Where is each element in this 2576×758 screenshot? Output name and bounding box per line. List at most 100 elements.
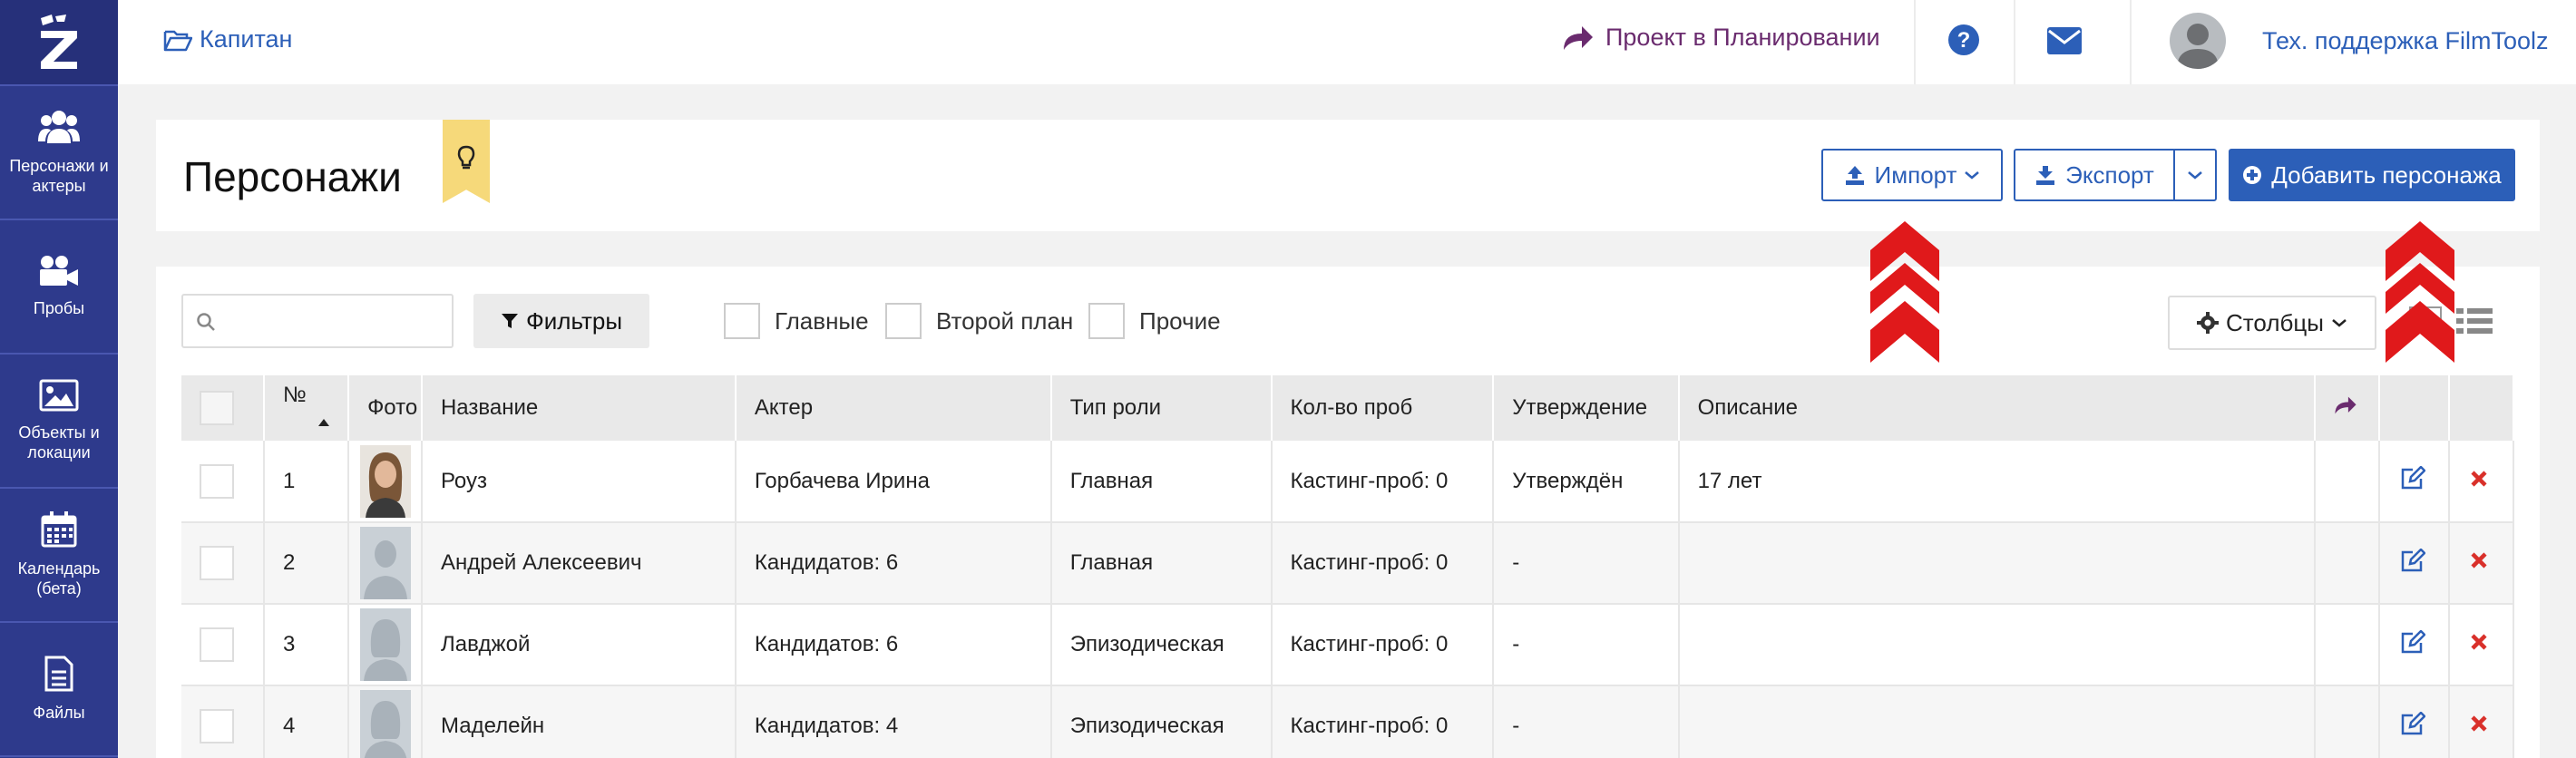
user-menu[interactable]: Тех. поддержка FilmToolz	[2170, 13, 2548, 69]
filters-button[interactable]: Фильтры	[473, 294, 649, 348]
checkbox[interactable]	[1088, 303, 1125, 339]
filters-label: Фильтры	[525, 306, 623, 335]
columns-button[interactable]: Столбцы	[2168, 296, 2376, 350]
filter-main-checkbox[interactable]: Главные	[724, 303, 869, 339]
import-button[interactable]: Импорт	[1821, 149, 2003, 201]
edit-icon[interactable]	[2400, 465, 2427, 490]
delete-icon[interactable]	[2470, 633, 2488, 651]
share-arrow-icon[interactable]	[2334, 395, 2357, 415]
app-logo[interactable]	[0, 0, 118, 86]
photo-placeholder-female[interactable]	[360, 608, 412, 681]
export-button[interactable]: Экспорт	[2014, 149, 2175, 201]
delete-icon[interactable]	[2470, 714, 2488, 733]
lightbulb-icon	[457, 145, 475, 170]
photo-placeholder-male[interactable]	[360, 527, 412, 599]
table-row[interactable]: 4 Маделейн Кандидатов: 4 Эпизодическая К…	[181, 685, 2514, 758]
cell-share	[2315, 522, 2381, 605]
sort-up-icon	[318, 419, 330, 426]
column-header-edit	[2379, 375, 2451, 441]
upload-icon	[1845, 166, 1864, 185]
column-header-role-type[interactable]: Тип роли	[1050, 375, 1273, 441]
breadcrumb[interactable]: Капитан	[163, 25, 292, 53]
cell-actor[interactable]: Кандидатов: 6	[735, 522, 1052, 605]
sidebar-item-locations[interactable]: Объекты и локации	[0, 355, 118, 489]
annotation-arrow-icon	[2386, 221, 2454, 363]
image-icon	[39, 379, 79, 412]
add-character-button[interactable]: Добавить персонажа	[2229, 149, 2515, 201]
divider	[2130, 0, 2132, 84]
cell-tests: Кастинг-проб: 0	[1271, 604, 1495, 686]
page-title: Персонажи	[183, 153, 402, 200]
tips-tag[interactable]	[443, 120, 490, 203]
logo-icon	[41, 14, 77, 69]
column-header-approval[interactable]: Утверждение	[1493, 375, 1680, 441]
project-status[interactable]: Проект в Планировании	[1562, 24, 1880, 52]
checkbox[interactable]	[885, 303, 922, 339]
cell-tests: Кастинг-проб: 0	[1271, 685, 1495, 758]
sidebar-item-files[interactable]: Файлы	[0, 623, 118, 757]
column-header-name[interactable]: Название	[421, 375, 737, 441]
list-view-icon[interactable]	[2456, 308, 2493, 338]
table-row[interactable]: 1 Роуз Горбачева Ирина Главная Кастинг-п…	[181, 441, 2514, 523]
column-header-share	[2315, 375, 2381, 441]
mail-icon[interactable]	[2047, 27, 2082, 59]
cell-actor[interactable]: Горбачева Ирина	[735, 441, 1052, 523]
sidebar-item-calendar[interactable]: Календарь (бета)	[0, 489, 118, 623]
filter-other-checkbox[interactable]: Прочие	[1088, 303, 1221, 339]
select-all-checkbox[interactable]	[200, 391, 234, 425]
table-row[interactable]: 3 Лавджой Кандидатов: 6 Эпизодическая Ка…	[181, 604, 2514, 686]
cell-delete	[2449, 685, 2514, 758]
photo-placeholder-female[interactable]	[360, 690, 412, 758]
cell-edit	[2379, 522, 2451, 605]
edit-icon[interactable]	[2400, 547, 2427, 572]
file-icon	[44, 656, 73, 692]
sidebar-item-label: Календарь (бета)	[17, 559, 101, 598]
export-dropdown-button[interactable]	[2173, 149, 2217, 201]
cell-role-type: Эпизодическая	[1050, 685, 1273, 758]
header-label: Тип роли	[1069, 395, 1162, 420]
cell-approval: -	[1493, 522, 1680, 605]
delete-icon[interactable]	[2470, 551, 2488, 569]
video-camera-icon	[40, 256, 78, 286]
row-checkbox[interactable]	[200, 463, 234, 499]
cell-description	[1678, 685, 2317, 758]
avatar	[2170, 13, 2226, 69]
cell-actor[interactable]: Кандидатов: 4	[735, 685, 1052, 758]
delete-icon[interactable]	[2470, 470, 2488, 488]
cell-description	[1678, 522, 2317, 605]
filter-secondary-checkbox[interactable]: Второй план	[885, 303, 1073, 339]
edit-icon[interactable]	[2400, 710, 2427, 735]
cell-name: Андрей Алексеевич	[421, 522, 737, 605]
edit-icon[interactable]	[2400, 628, 2427, 654]
row-checkbox[interactable]	[200, 709, 234, 743]
cell-description	[1678, 604, 2317, 686]
page-header: Персонажи Импорт Экспорт Добавить персон…	[156, 120, 2540, 231]
character-photo[interactable]	[360, 444, 412, 518]
cell-num: 3	[264, 604, 350, 686]
cell-edit	[2379, 604, 2451, 686]
header-label: Кол-во проб	[1290, 395, 1413, 420]
project-status-label: Проект в Планировании	[1605, 24, 1880, 51]
cell-edit	[2379, 441, 2451, 523]
divider	[2014, 0, 2015, 84]
checkbox[interactable]	[724, 303, 760, 339]
sidebar: Персонажи и актеры Пробы Объекты и локац…	[0, 0, 118, 758]
cell-actor[interactable]: Кандидатов: 6	[735, 604, 1052, 686]
share-arrow-icon	[1564, 25, 1593, 50]
cell-tests: Кастинг-проб: 0	[1271, 522, 1495, 605]
column-header-num[interactable]: №	[264, 375, 350, 441]
sidebar-item-tests[interactable]: Пробы	[0, 220, 118, 355]
search-input[interactable]	[181, 294, 454, 348]
help-icon[interactable]: ?	[1947, 24, 1980, 61]
column-header-description[interactable]: Описание	[1678, 375, 2317, 441]
table-row[interactable]: 2 Андрей Алексеевич Кандидатов: 6 Главна…	[181, 522, 2514, 605]
divider	[1914, 0, 1916, 84]
column-header-tests[interactable]: Кол-во проб	[1271, 375, 1495, 441]
breadcrumb-label: Капитан	[200, 25, 293, 53]
folder-open-icon	[163, 30, 192, 51]
row-checkbox[interactable]	[200, 546, 234, 580]
column-header-actor[interactable]: Актер	[735, 375, 1052, 441]
row-checkbox[interactable]	[200, 627, 234, 662]
cell-num: 2	[264, 522, 350, 605]
sidebar-item-characters[interactable]: Персонажи и актеры	[0, 86, 118, 220]
